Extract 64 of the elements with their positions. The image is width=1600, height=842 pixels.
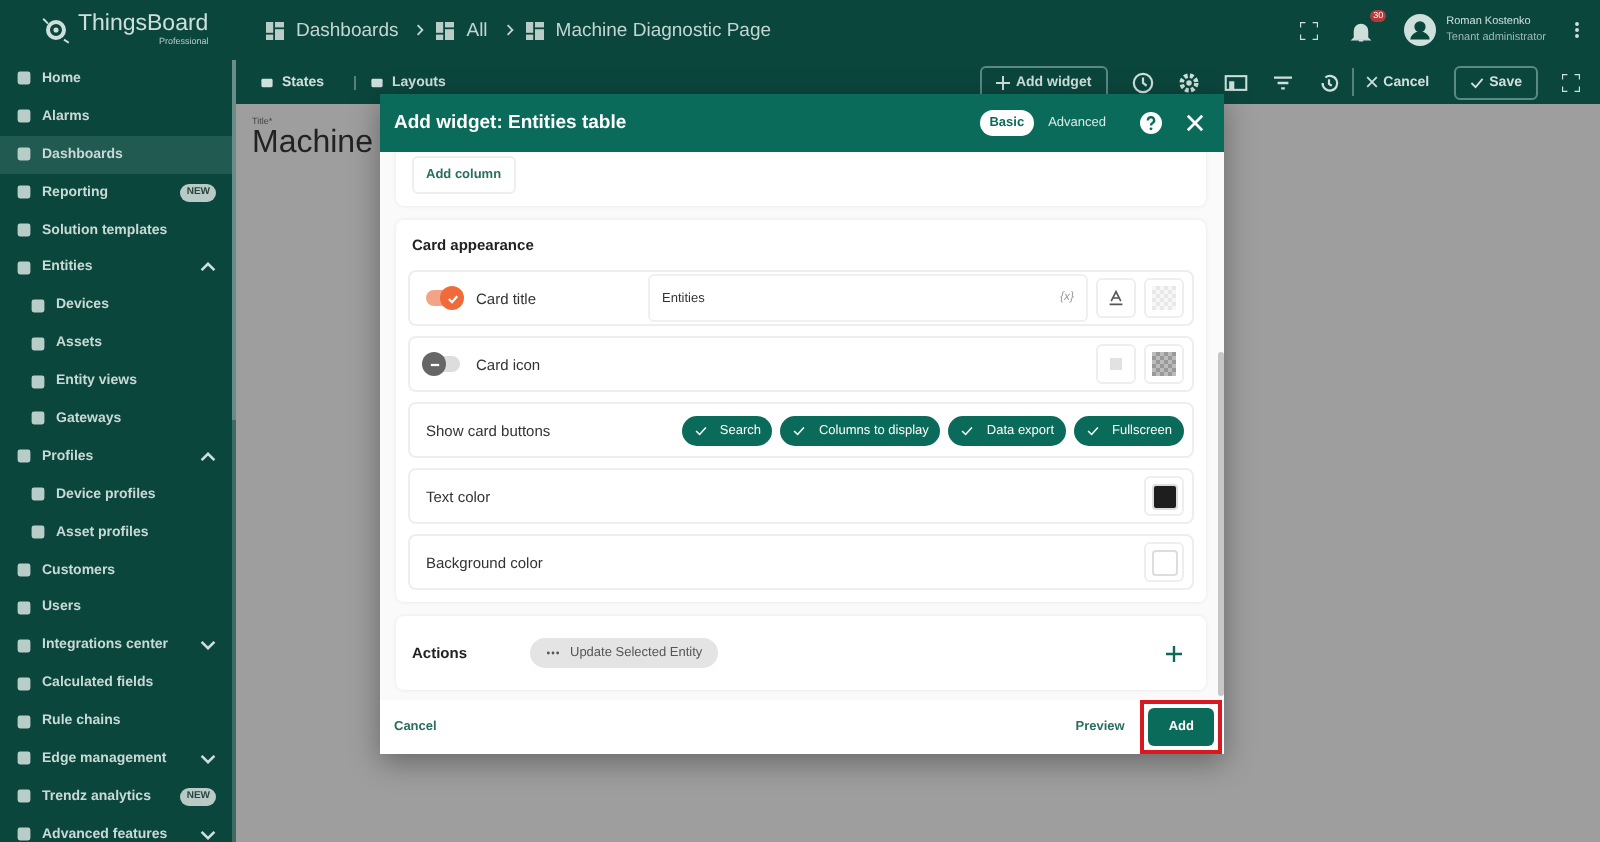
square-icon (16, 146, 32, 163)
square-icon (16, 675, 32, 692)
square-icon (16, 713, 32, 730)
help-icon[interactable] (1140, 112, 1162, 134)
check-icon (1469, 75, 1484, 89)
dashboard-icon (525, 21, 544, 39)
square-icon (16, 637, 32, 654)
check-icon (693, 423, 708, 437)
square-icon (16, 826, 32, 842)
scrollbar[interactable] (232, 60, 236, 420)
square-icon (16, 750, 32, 767)
add-icon[interactable] (1166, 645, 1182, 661)
filter-icon[interactable] (1271, 73, 1294, 91)
dashboard-icon (266, 21, 284, 39)
notifications-icon[interactable] (1350, 19, 1373, 41)
breadcrumb-link[interactable]: Dashboards (296, 19, 399, 41)
square-icon (30, 524, 46, 541)
square-icon (16, 222, 32, 238)
square-icon (30, 297, 46, 314)
dialog-title: Add widget: Entities table (394, 112, 627, 134)
breadcrumb-link[interactable]: Machine Diagnostic Page (555, 19, 772, 41)
square-icon (16, 448, 32, 465)
chevron-right-icon (505, 24, 514, 36)
check-icon (960, 423, 975, 437)
square-icon (16, 184, 32, 201)
toggle-switch[interactable] (426, 290, 460, 306)
close-icon[interactable] (1186, 114, 1204, 132)
color-picker-button[interactable] (1144, 476, 1184, 516)
more-horizontal-icon (546, 650, 560, 656)
fullscreen-icon[interactable] (1300, 21, 1319, 39)
square-icon (30, 335, 46, 352)
chevron-right-icon (416, 24, 425, 36)
square-icon (30, 486, 46, 503)
clock-icon[interactable] (1131, 71, 1154, 93)
settings-icon[interactable] (1177, 71, 1200, 93)
square-icon (16, 562, 32, 579)
checkerboard-swatch (1152, 352, 1176, 376)
color-picker-button[interactable] (1144, 542, 1184, 582)
dashboard-title: Machine (252, 126, 373, 162)
fullscreen-icon[interactable] (1562, 73, 1580, 91)
square-icon (16, 108, 32, 125)
close-icon (1365, 76, 1378, 88)
square-icon (16, 259, 32, 276)
square-icon (16, 70, 32, 87)
check-icon (792, 423, 807, 437)
square-icon (1110, 358, 1122, 370)
square-icon (16, 788, 32, 805)
scrollbar[interactable] (1218, 352, 1224, 696)
plus-icon (995, 75, 1010, 89)
more-vertical-icon[interactable] (1574, 20, 1580, 40)
text-format-icon (1108, 290, 1124, 306)
breadcrumb-link[interactable]: All (466, 19, 488, 41)
logo-name: ThingsBoard (78, 14, 209, 37)
user-avatar-icon[interactable] (1404, 14, 1437, 46)
toggle-switch[interactable] (426, 356, 460, 372)
history-icon[interactable] (1317, 71, 1340, 93)
check-icon (1086, 423, 1101, 437)
color-picker-button[interactable] (1144, 344, 1184, 384)
square-icon (30, 410, 46, 427)
square-icon (30, 373, 46, 390)
font-settings-button[interactable] (1096, 278, 1136, 318)
square-icon (16, 599, 32, 616)
check-icon (445, 291, 459, 305)
dashboard-icon (436, 21, 455, 39)
